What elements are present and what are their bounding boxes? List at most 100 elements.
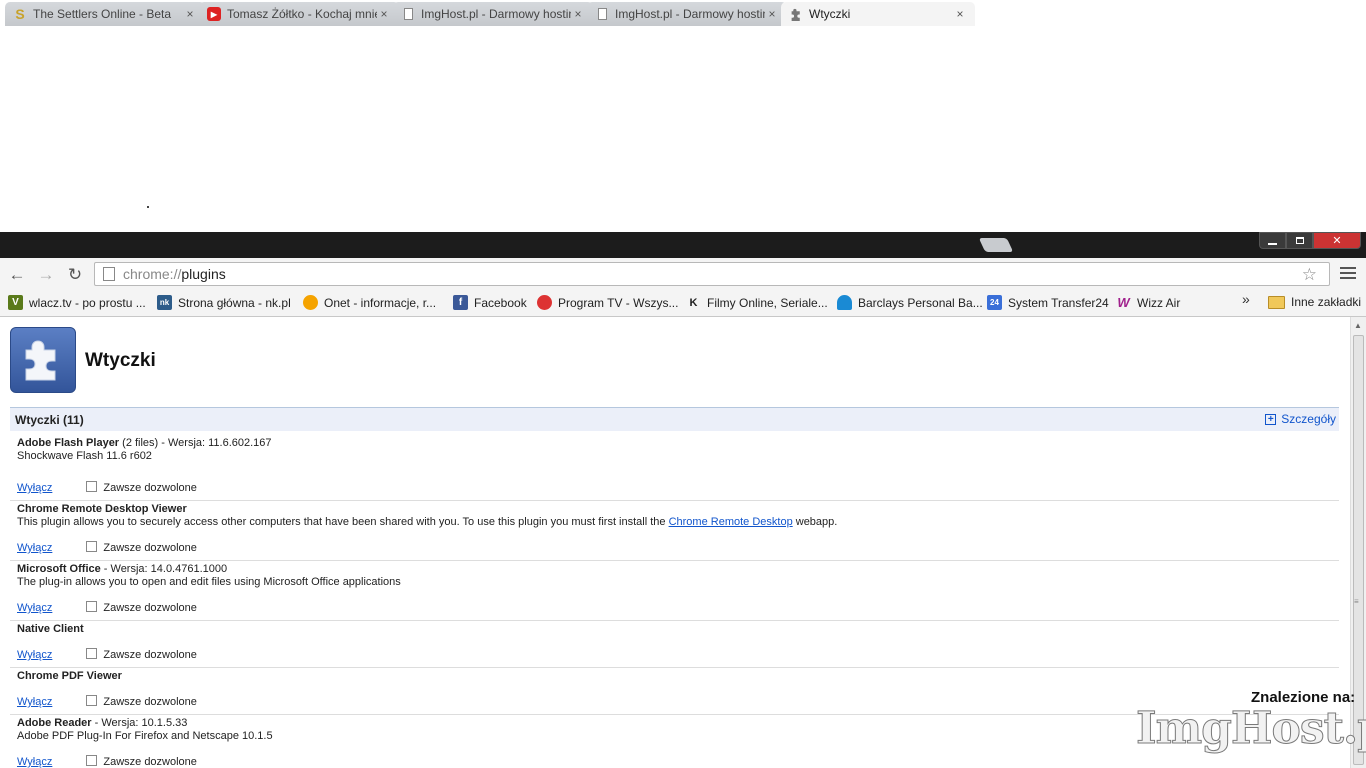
description-text: webapp. xyxy=(792,516,838,528)
always-allow-label: Zawsze dozwolone xyxy=(103,482,197,494)
tab-title: Tomasz Żółtko - Kochaj mnie xyxy=(227,7,377,21)
plugin-meta: - Wersja: 14.0.4761.1000 xyxy=(100,563,228,575)
scroll-grip-icon: ≡ xyxy=(1354,597,1359,606)
tab-close-icon[interactable]: × xyxy=(183,7,197,21)
bookmark-wizzair[interactable]: W Wizz Air xyxy=(1116,295,1180,310)
bookmark-label: Filmy Online, Seriale... xyxy=(707,295,828,310)
tab-close-icon[interactable]: × xyxy=(765,7,779,21)
bookmark-wlacz[interactable]: V wlacz.tv - po prostu ... xyxy=(8,295,146,310)
bookmark-label: Wizz Air xyxy=(1137,295,1181,310)
address-bar[interactable]: chrome://plugins ☆ xyxy=(94,262,1330,286)
page-icon xyxy=(595,7,609,21)
always-allow-checkbox[interactable] xyxy=(86,600,98,612)
tab-settlers[interactable]: S The Settlers Online - Beta × xyxy=(5,2,205,26)
tab-close-icon[interactable]: × xyxy=(953,7,967,21)
chrome-remote-desktop-link[interactable]: Chrome Remote Desktop xyxy=(669,516,793,528)
onet-icon xyxy=(303,295,318,310)
plugin-entry: Native Client Wyłącz Zawsze dozwolone xyxy=(10,623,1339,668)
transfer24-icon: 24 xyxy=(987,295,1002,310)
plugin-name: Chrome PDF Viewer xyxy=(17,670,122,682)
puzzle-icon xyxy=(10,327,76,393)
page-title: Wtyczki xyxy=(85,350,156,371)
wlacz-icon: V xyxy=(8,295,23,310)
barclays-eagle-icon xyxy=(837,295,852,310)
bookmark-label: Strona główna - nk.pl xyxy=(178,295,291,310)
plugin-description: Shockwave Flash 11.6 r602 xyxy=(17,450,152,462)
bookmarks-bar: V wlacz.tv - po prostu ... nk Strona głó… xyxy=(0,290,1366,317)
chrome-menu-icon[interactable] xyxy=(1340,265,1356,281)
reload-icon[interactable]: ↻ xyxy=(66,265,84,284)
disable-link[interactable]: Wyłącz xyxy=(17,649,52,661)
minimize-icon[interactable] xyxy=(1259,232,1286,249)
tab-close-icon[interactable]: × xyxy=(377,7,391,21)
bookmarks-overflow-icon[interactable]: » xyxy=(1242,291,1250,307)
bookmark-label: Barclays Personal Ba... xyxy=(858,295,983,310)
kinoman-icon: K xyxy=(689,296,698,309)
other-bookmarks[interactable]: Inne zakładki xyxy=(1268,295,1361,309)
imghost-watermark-logo: ImgHost.pl xyxy=(1136,703,1366,755)
wizzair-icon: W xyxy=(1117,295,1130,310)
facebook-icon: f xyxy=(453,295,468,310)
page-content: Wtyczki Wtyczki (11) + Szczegóły Adobe F… xyxy=(0,317,1350,768)
new-tab-button[interactable] xyxy=(978,238,1014,252)
always-allow-label: Zawsze dozwolone xyxy=(103,756,197,768)
always-allow-checkbox[interactable] xyxy=(86,647,98,659)
bookmark-label: Onet - informacje, r... xyxy=(324,295,437,310)
bookmark-programtv[interactable]: Program TV - Wszys... xyxy=(537,295,678,310)
plugin-entry: Adobe Flash Player (2 files) - Wersja: 1… xyxy=(10,437,1339,501)
tab-strip xyxy=(0,232,1366,258)
plugin-name: Adobe Reader xyxy=(17,717,92,729)
disable-link[interactable]: Wyłącz xyxy=(17,542,52,554)
back-arrow-icon[interactable]: ← xyxy=(8,265,26,284)
youtube-favicon-icon: ▶ xyxy=(207,7,221,21)
bookmark-facebook[interactable]: f Facebook xyxy=(453,295,527,310)
puzzle-icon xyxy=(789,7,803,21)
tab-title: ImgHost.pl - Darmowy hosting xyxy=(615,7,765,21)
always-allow-label: Zawsze dozwolone xyxy=(103,542,197,554)
maximize-icon[interactable] xyxy=(1286,232,1313,249)
tab-wtyczki[interactable]: Wtyczki × xyxy=(781,2,975,26)
forward-arrow-icon[interactable]: → xyxy=(37,265,55,284)
bookmark-label: Facebook xyxy=(474,295,527,310)
settlers-favicon-icon: S xyxy=(15,6,25,22)
always-allow-label: Zawsze dozwolone xyxy=(103,696,197,708)
stray-dot xyxy=(147,206,149,208)
tab-title: Wtyczki xyxy=(809,7,851,21)
section-title: Wtyczki (11) xyxy=(15,412,84,427)
tab-imghost-1[interactable]: ImgHost.pl - Darmowy hosting × xyxy=(393,2,593,26)
disable-link[interactable]: Wyłącz xyxy=(17,756,52,768)
plugin-description: This plugin allows you to securely acces… xyxy=(17,516,1339,528)
plugin-description: The plug-in allows you to open and edit … xyxy=(17,576,401,588)
other-bookmarks-label: Inne zakładki xyxy=(1291,295,1362,309)
close-window-icon[interactable]: ✕ xyxy=(1313,232,1361,249)
plugin-name: Native Client xyxy=(17,623,84,635)
bookmark-onet[interactable]: Onet - informacje, r... xyxy=(303,295,436,310)
plugin-name: Microsoft Office xyxy=(17,563,101,575)
tab-imghost-2[interactable]: ImgHost.pl - Darmowy hosting × xyxy=(587,2,787,26)
disable-link[interactable]: Wyłącz xyxy=(17,602,52,614)
page-icon xyxy=(103,267,115,281)
window-controls: ✕ xyxy=(1259,232,1361,250)
plugin-meta: - Wersja: 10.1.5.33 xyxy=(91,717,188,729)
bookmark-star-icon[interactable]: ☆ xyxy=(1302,265,1317,285)
plugins-section-header: Wtyczki (11) + Szczegóły xyxy=(10,407,1339,431)
details-toggle[interactable]: + Szczegóły xyxy=(1265,412,1336,426)
always-allow-checkbox[interactable] xyxy=(86,694,98,706)
disable-link[interactable]: Wyłącz xyxy=(17,696,52,708)
plugin-name: Chrome Remote Desktop Viewer xyxy=(17,503,187,515)
always-allow-checkbox[interactable] xyxy=(86,540,98,552)
disable-link[interactable]: Wyłącz xyxy=(17,482,52,494)
bookmark-transfer24[interactable]: 24 System Transfer24 xyxy=(987,295,1109,310)
tab-youtube[interactable]: ▶ Tomasz Żółtko - Kochaj mnie × xyxy=(199,2,399,26)
scroll-up-icon[interactable]: ▲ xyxy=(1354,321,1362,330)
bookmark-filmy[interactable]: K Filmy Online, Seriale... xyxy=(686,295,828,310)
url-path: plugins xyxy=(181,266,226,282)
tab-title: The Settlers Online - Beta xyxy=(33,7,172,21)
page-icon xyxy=(401,7,415,21)
bookmark-barclays[interactable]: Barclays Personal Ba... xyxy=(837,295,983,310)
always-allow-checkbox[interactable] xyxy=(86,754,98,766)
bookmark-nk[interactable]: nk Strona główna - nk.pl xyxy=(157,295,291,310)
always-allow-checkbox[interactable] xyxy=(86,480,98,492)
tab-close-icon[interactable]: × xyxy=(571,7,585,21)
blank-area xyxy=(0,0,1366,232)
